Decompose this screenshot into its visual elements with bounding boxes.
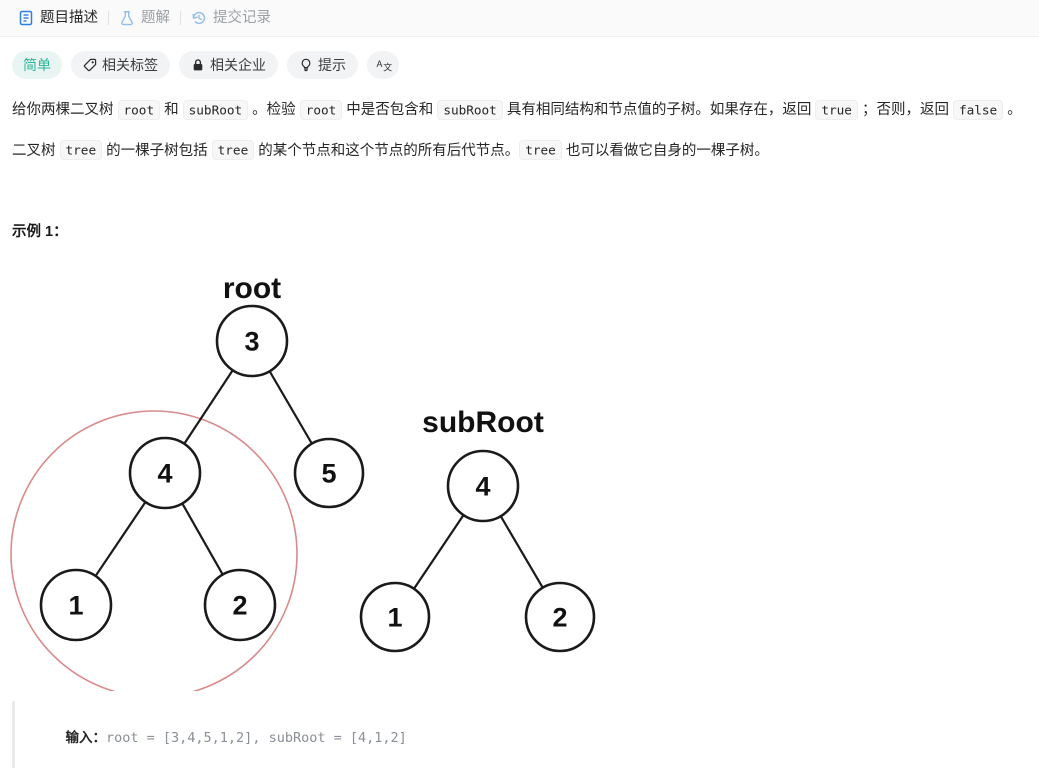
example-title: 示例 1： (12, 224, 68, 241)
input-label: 输入： (65, 730, 107, 746)
tree-node-value: 1 (68, 591, 83, 621)
problem-content: 给你两棵二叉树 root 和 subRoot 。检验 root 中是否包含和 s… (0, 97, 1039, 165)
tree-edge (182, 368, 235, 446)
example-io-block: 输入：root = [3,4,5,1,2], subRoot = [4,1,2]… (12, 701, 1039, 768)
related-tags-label: 相关标签 (102, 57, 158, 73)
hint-button[interactable]: 提示 (287, 51, 358, 79)
inline-code: tree (211, 140, 255, 161)
tree-node-value: 2 (232, 591, 247, 621)
tree-node-value: 2 (552, 603, 567, 633)
sub-tree-nodes: 4 1 2 (359, 449, 596, 653)
tree-node-value: 4 (475, 472, 490, 502)
bulb-icon (299, 58, 313, 72)
translate-icon: A 文 (376, 58, 393, 73)
inline-code: tree (519, 140, 562, 161)
inline-code: true (815, 99, 858, 120)
related-companies-button[interactable]: 相关企业 (179, 51, 278, 79)
tag-icon (83, 58, 97, 72)
description-paragraph-2: 二叉树 tree 的一棵子树包括 tree 的某个节点和这个节点的所有后代节点。… (12, 138, 1027, 166)
inline-code: root (117, 99, 161, 120)
root-tree-edges (94, 368, 314, 578)
inline-code: subRoot (437, 99, 503, 120)
tree-edge (499, 514, 545, 590)
description-paragraph-1: 给你两棵二叉树 root 和 subRoot 。检验 root 中是否包含和 s… (12, 97, 1027, 125)
tree-node-value: 5 (321, 459, 336, 489)
tab-label: 题解 (141, 9, 170, 26)
tab-bar: 题目描述 题解 提交记录 (0, 0, 1039, 37)
translate-button[interactable]: A 文 (367, 51, 399, 79)
svg-text:A: A (377, 59, 383, 69)
inline-code: root (299, 99, 343, 120)
history-icon (191, 10, 207, 26)
tree-node-value: 4 (157, 459, 172, 489)
related-companies-label: 相关企业 (210, 57, 266, 73)
sub-tree-label: subRoot (422, 406, 544, 439)
difficulty-badge[interactable]: 简单 (12, 51, 62, 79)
tab-submissions[interactable]: 提交记录 (181, 0, 281, 37)
hint-label: 提示 (318, 57, 346, 73)
inline-code: tree (59, 140, 103, 161)
tab-label: 题目描述 (40, 9, 98, 26)
root-tree-label: root (223, 272, 281, 305)
tab-problem-description[interactable]: 题目描述 (8, 0, 108, 37)
tree-edge (94, 500, 147, 578)
meta-badge-row: 简单 相关标签 相关企业 提示 A 文 (0, 37, 1039, 79)
inline-code: subRoot (182, 99, 249, 120)
tree-node-value: 3 (244, 327, 259, 357)
tree-edge (412, 513, 465, 591)
tree-node-value: 1 (387, 603, 402, 633)
input-value: root = [3,4,5,1,2], subRoot = [4,1,2] (106, 730, 407, 747)
example-input-line: 输入：root = [3,4,5,1,2], subRoot = [4,1,2] (33, 705, 1039, 768)
related-tags-button[interactable]: 相关标签 (71, 51, 170, 79)
binary-tree-diagram: 3 4 5 1 2 4 1 2 root subRoot (10, 272, 596, 692)
document-icon (18, 10, 34, 26)
tree-edge (268, 369, 314, 446)
flask-icon (119, 10, 135, 26)
example-figure: 3 4 5 1 2 4 1 2 root subRoot (0, 251, 700, 692)
lock-icon (191, 58, 205, 72)
tree-edge (180, 502, 225, 577)
tab-solutions[interactable]: 题解 (109, 0, 180, 37)
inline-code: false (953, 99, 1004, 120)
svg-text:文: 文 (383, 62, 392, 73)
difficulty-label: 简单 (23, 57, 51, 73)
sub-tree-edges (412, 513, 545, 591)
tab-label: 提交记录 (213, 9, 271, 26)
root-tree-nodes: 3 4 5 1 2 (39, 304, 365, 642)
